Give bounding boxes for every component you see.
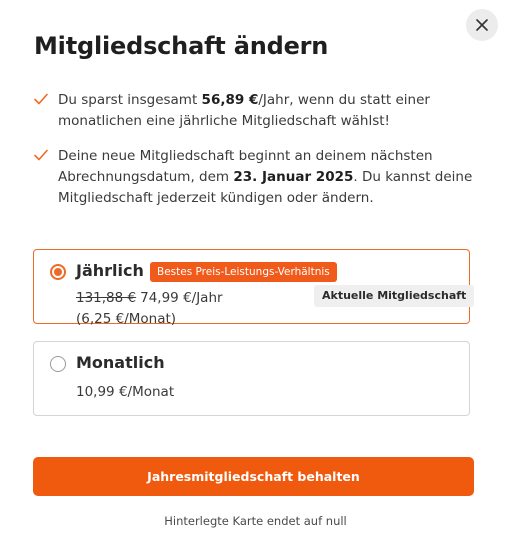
benefit-text: Du sparst insgesamt: [58, 92, 202, 108]
keep-yearly-membership-button[interactable]: Jahresmitgliedschaft behalten: [33, 457, 474, 496]
current-membership-badge: Aktuelle Mitgliedschaft: [314, 285, 475, 307]
old-price: 131,88 €: [76, 290, 137, 306]
plan-name-yearly: Jährlich: [76, 261, 144, 280]
monthly-price: 10,99 €/Monat: [76, 384, 175, 400]
close-icon: [476, 19, 488, 31]
check-icon: [34, 93, 48, 105]
benefits-list: Du sparst insgesamt 56,89 €/Jahr, wenn d…: [34, 90, 474, 209]
check-icon: [34, 149, 48, 161]
radio-yearly[interactable]: [50, 264, 66, 280]
plan-name-monthly: Monatlich: [76, 353, 165, 372]
billing-date: 23. Januar 2025: [233, 169, 354, 185]
savings-amount: 56,89 €: [201, 92, 259, 108]
benefit-item-savings: Du sparst insgesamt 56,89 €/Jahr, wenn d…: [34, 90, 474, 132]
plan-option-yearly[interactable]: Jährlich Bestes Preis-Leistungs-Verhältn…: [33, 249, 475, 327]
card-info-note: Hinterlegte Karte endet auf null: [164, 514, 347, 528]
price-line-yearly: 131,88 €74,99 €/Jahr: [76, 290, 223, 306]
best-value-badge: Bestes Preis-Leistungs-Verhältnis: [150, 262, 337, 282]
yearly-price: 74,99 €/Jahr: [140, 290, 223, 306]
radio-monthly[interactable]: [50, 356, 66, 372]
dialog-title: Mitgliedschaft ändern: [34, 32, 329, 60]
benefit-item-start-date: Deine neue Mitgliedschaft beginnt an dei…: [34, 146, 474, 209]
plan-option-monthly[interactable]: Monatlich 10,99 €/Monat: [33, 341, 470, 416]
yearly-price-per-month: (6,25 €/Monat): [76, 311, 177, 327]
close-button[interactable]: [466, 9, 498, 41]
